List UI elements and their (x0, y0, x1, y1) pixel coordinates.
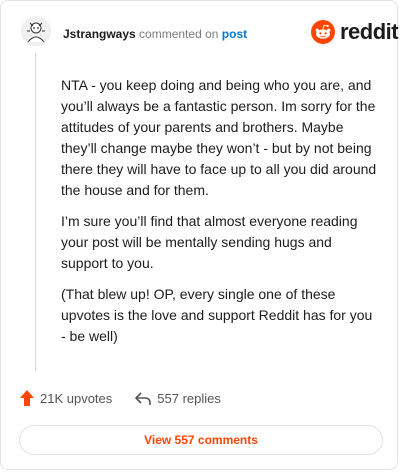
reddit-wordmark: reddit (340, 19, 399, 44)
comment-actions: 21K upvotes 557 replies (19, 389, 221, 407)
thread-line (35, 53, 36, 371)
upvote-button[interactable]: 21K upvotes (19, 389, 112, 407)
comment-paragraph: NTA - you keep doing and being who you a… (61, 77, 377, 198)
reddit-logo: reddit (311, 19, 399, 44)
comment-card: Jstrangways commented on post reddit NTA… (0, 0, 399, 470)
post-link[interactable]: post (222, 27, 247, 41)
comment-header: Jstrangways commented on post (63, 26, 247, 42)
reply-arrow-icon (135, 392, 152, 405)
replies-count: 557 replies (157, 390, 221, 406)
comment-body: NTA - you keep doing and being who you a… (61, 75, 379, 357)
avatar[interactable] (21, 16, 51, 46)
upvote-arrow-icon (20, 390, 34, 406)
reddit-snoo-icon (311, 20, 335, 44)
upvote-count: 21K upvotes (40, 390, 113, 406)
comment-paragraph: (That blew up! OP, every single one of t… (61, 286, 373, 344)
comment-paragraph: I’m sure you’ll find that almost everyon… (61, 213, 358, 271)
replies-button[interactable]: 557 replies (134, 390, 221, 406)
username[interactable]: Jstrangways (63, 27, 136, 41)
commented-on-text: commented on (139, 27, 219, 41)
view-comments-button[interactable]: View 557 comments (19, 425, 383, 455)
